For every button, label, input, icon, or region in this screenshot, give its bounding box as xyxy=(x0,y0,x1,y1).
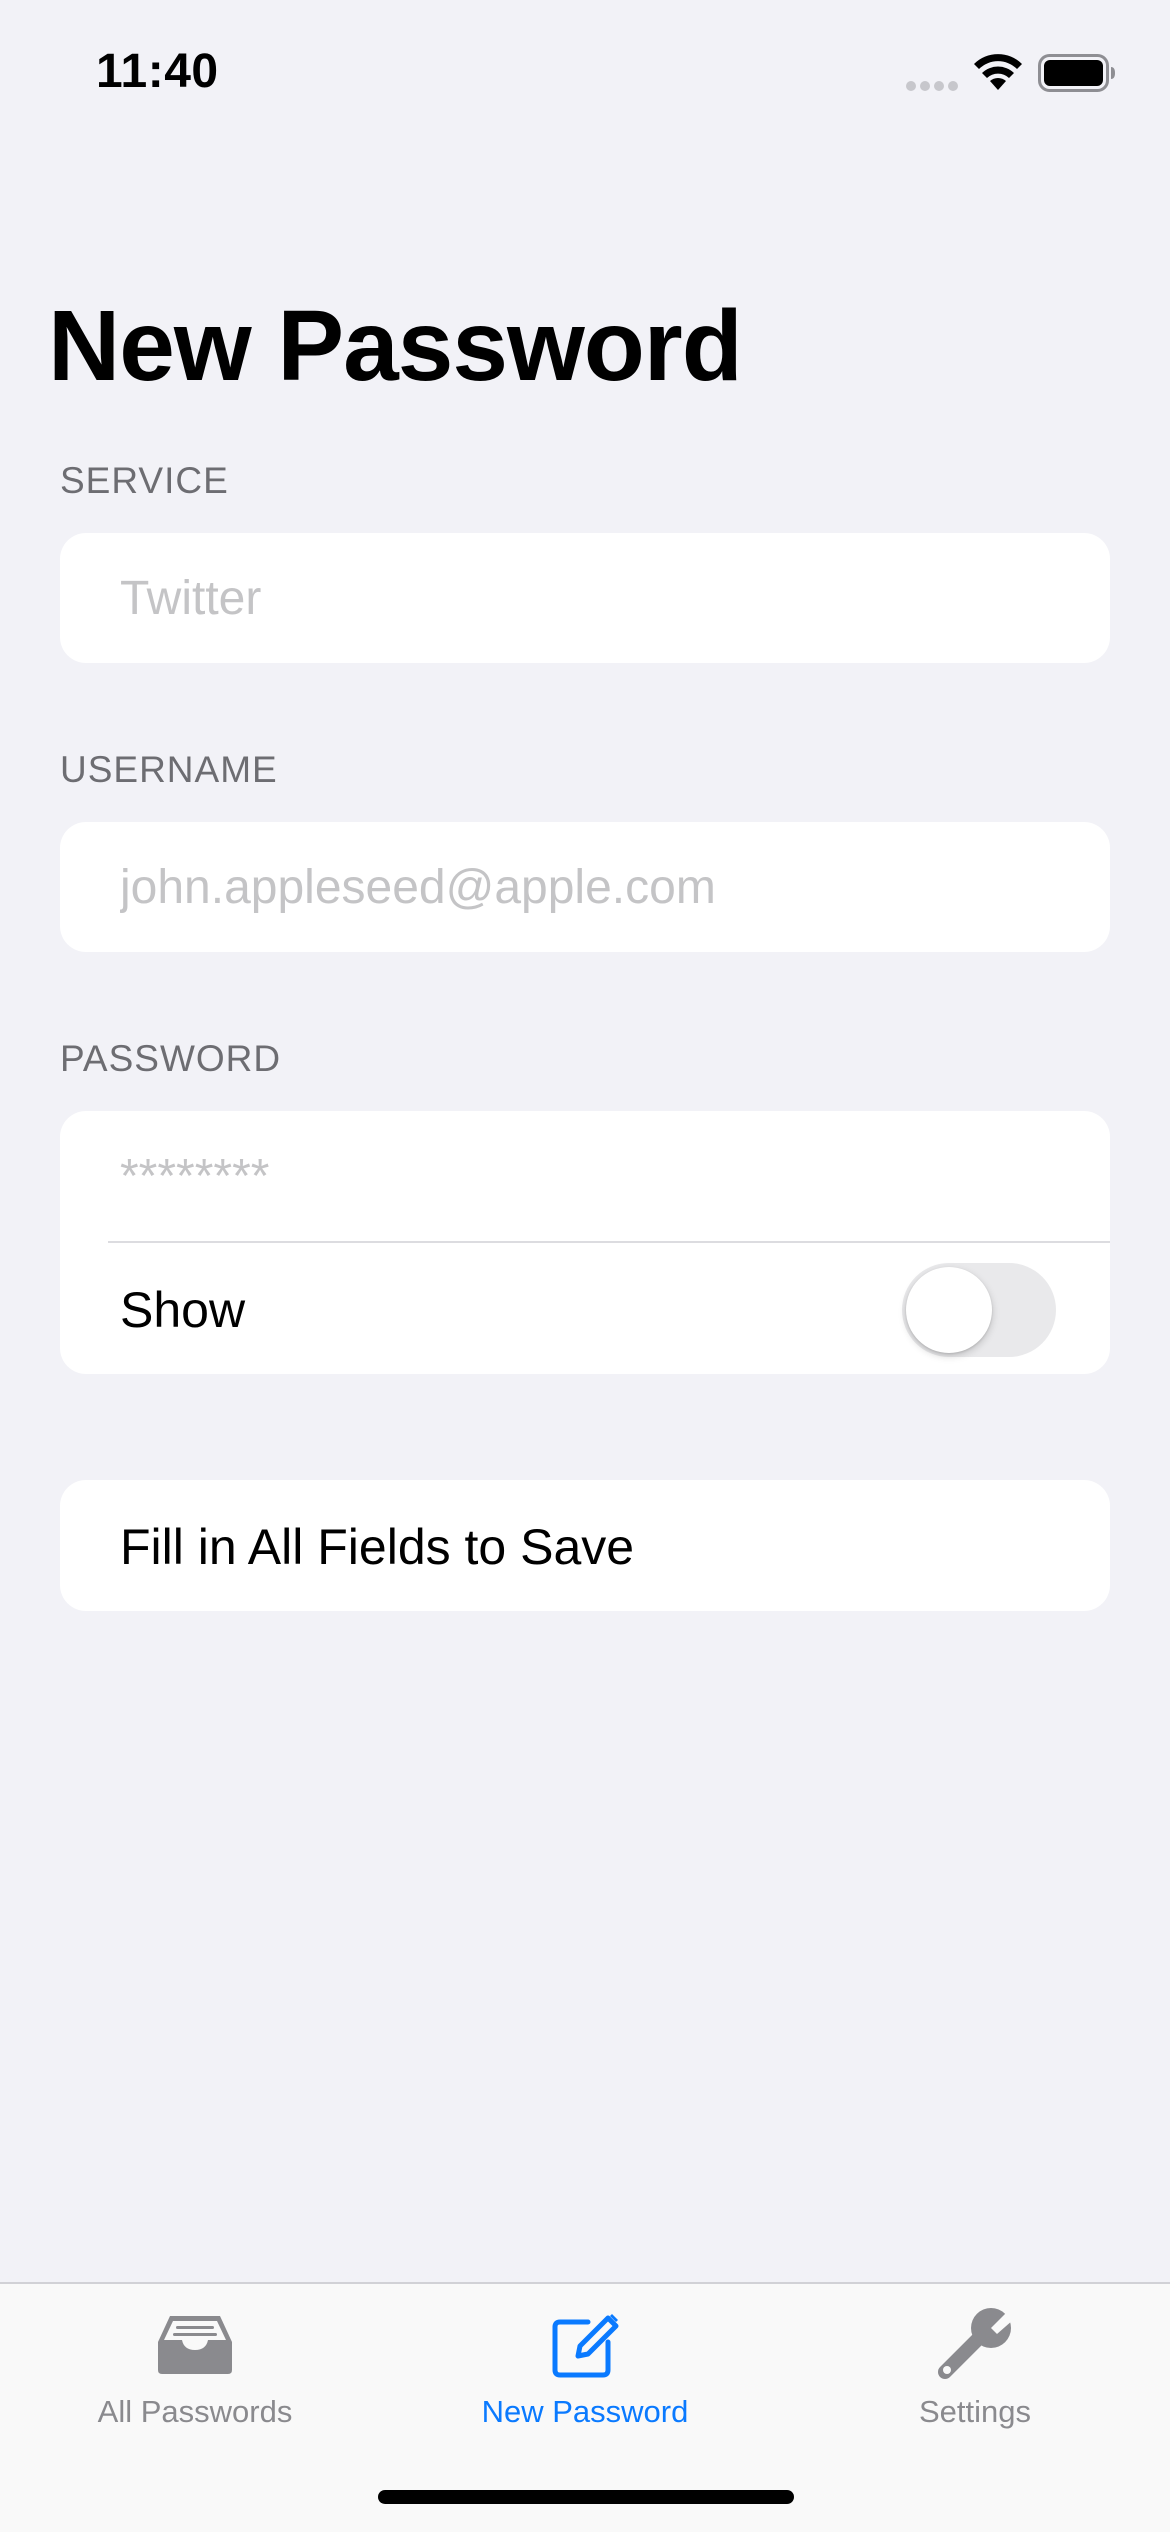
tab-settings-label: Settings xyxy=(918,2394,1031,2429)
page-title: New Password xyxy=(48,290,743,402)
service-card xyxy=(60,533,1110,663)
tray-icon xyxy=(158,2316,232,2374)
tab-settings[interactable]: Settings xyxy=(780,2284,1170,2464)
username-input[interactable] xyxy=(120,822,1110,952)
tab-new-password[interactable]: New Password xyxy=(390,2284,780,2464)
home-indicator xyxy=(378,2490,794,2504)
battery-icon xyxy=(1038,54,1115,92)
tab-new-password-label: New Password xyxy=(481,2394,689,2429)
tab-all-passwords[interactable]: All Passwords xyxy=(0,2284,390,2464)
show-password-toggle[interactable] xyxy=(902,1263,1056,1357)
show-password-label: Show xyxy=(120,1282,246,1338)
password-input[interactable] xyxy=(120,1111,1110,1241)
status-time: 11:40 xyxy=(96,45,219,98)
status-bar: 11:40 xyxy=(0,0,1170,140)
service-section-label: SERVICE xyxy=(60,460,229,501)
new-password-screen: 11:40 New Password SERVICE USERNAME PASS… xyxy=(0,0,1170,2532)
password-card: Show xyxy=(60,1111,1110,1374)
wifi-icon xyxy=(974,54,1022,90)
tab-all-passwords-label: All Passwords xyxy=(97,2394,293,2429)
cellular-signal-icon xyxy=(906,81,958,91)
toggle-knob xyxy=(906,1267,992,1353)
square-pencil-icon xyxy=(552,2314,619,2378)
username-card xyxy=(60,822,1110,952)
password-divider xyxy=(108,1241,1110,1243)
save-button[interactable]: Fill in All Fields to Save xyxy=(60,1480,1110,1611)
save-button-label: Fill in All Fields to Save xyxy=(120,1519,635,1575)
wrench-icon xyxy=(938,2308,1013,2379)
password-section-label: PASSWORD xyxy=(60,1038,282,1079)
username-section-label: USERNAME xyxy=(60,749,278,790)
service-input[interactable] xyxy=(120,533,1110,663)
